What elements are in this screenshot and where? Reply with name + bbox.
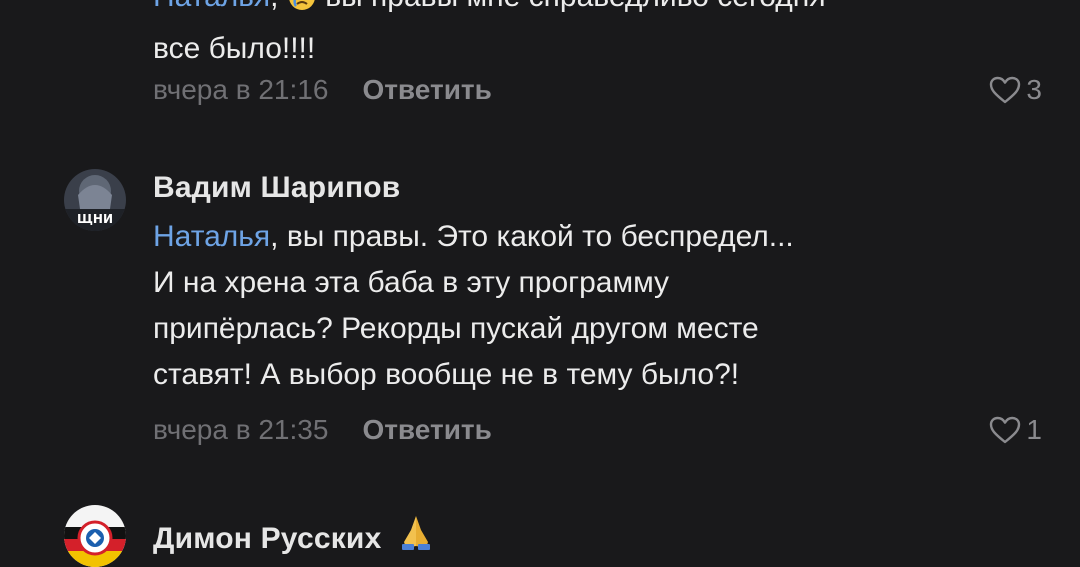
heart-icon — [988, 415, 1022, 445]
crying-face-icon — [287, 0, 317, 26]
comment-3-author-name: Димон Русских — [153, 522, 382, 555]
comment-3-author[interactable]: Димон Русских — [153, 512, 436, 560]
comment-2-meta: вчера в 21:35 Ответить — [153, 412, 492, 448]
comment-2-like-count: 1 — [1026, 414, 1042, 445]
comment-2-line-3: припёрлась? Рекорды пускай другом месте — [153, 312, 759, 345]
comment-2-like-button[interactable]: 1 — [988, 412, 1042, 448]
avatar-text: ЩНИ — [77, 212, 113, 226]
comment-2-line-1-text: , вы правы. Это какой то беспредел... — [270, 220, 794, 253]
comment-2-line-1: Наталья, вы правы. Это какой то беспреде… — [153, 214, 794, 260]
comment-2-line-2: И на хрена эта баба в эту программу — [153, 266, 670, 299]
comment-1-reply-button[interactable]: Ответить — [362, 74, 491, 106]
heart-icon — [988, 75, 1022, 105]
comment-2-line-4: ставят! А выбор вообще не в тему было?! — [153, 358, 740, 391]
comment-2-author[interactable]: Вадим Шарипов — [153, 171, 400, 205]
avatar[interactable]: ЩНИ — [64, 169, 126, 231]
comment-1-mention[interactable]: Наталья — [153, 0, 270, 13]
comment-2-time: вчера в 21:35 — [153, 414, 329, 445]
comment-2-text: Наталья, вы правы. Это какой то беспреде… — [153, 214, 794, 398]
avatar[interactable] — [64, 505, 126, 567]
praying-hands-icon — [396, 512, 436, 560]
comment-1-line-2: все было!!!! — [153, 32, 316, 65]
comment-1-meta: вчера в 21:16 Ответить — [153, 72, 492, 108]
comment-1-line-1-text: вы правы мне справедливо сегодня — [325, 0, 825, 13]
comment-1-line-1: Наталья, вы правы мне справедливо сегодн… — [153, 0, 826, 26]
comment-1-time: вчера в 21:16 — [153, 74, 329, 105]
comment-1-like-count: 3 — [1026, 74, 1042, 105]
comment-1-text: Наталья, вы правы мне справедливо сегодн… — [153, 0, 826, 72]
comment-1-like-button[interactable]: 3 — [988, 72, 1042, 108]
comment-2-mention[interactable]: Наталья — [153, 220, 270, 253]
comment-2-reply-button[interactable]: Ответить — [362, 414, 491, 446]
